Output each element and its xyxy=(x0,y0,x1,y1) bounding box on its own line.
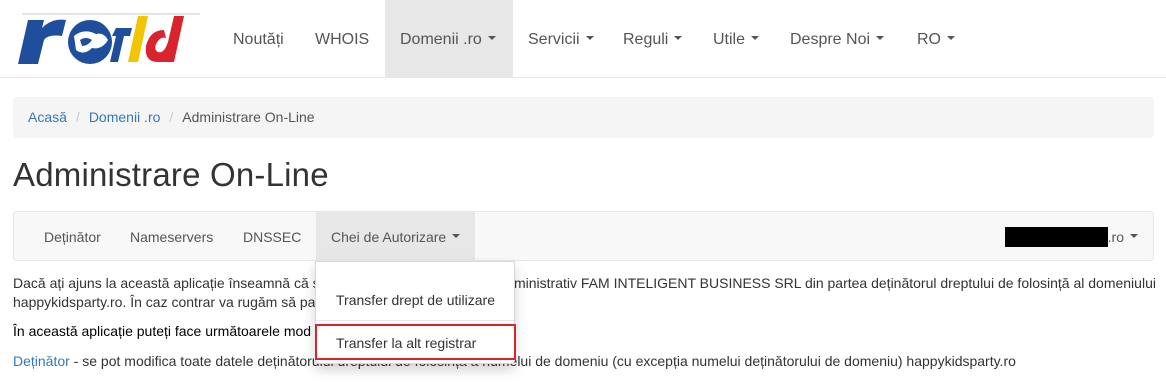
redacted-domain xyxy=(1004,227,1108,248)
tab-chei-de-autorizare[interactable]: Chei de Autorizare xyxy=(316,212,475,260)
nav-item-servicii[interactable]: Servicii xyxy=(513,0,609,77)
admin-subnav: Deținător Nameservers DNSSEC Chei de Aut… xyxy=(13,211,1154,261)
breadcrumb-separator: / xyxy=(75,109,80,125)
rotld-logo[interactable] xyxy=(14,6,206,68)
domain-selector[interactable]: .ro xyxy=(1004,212,1138,260)
caret-down-icon xyxy=(674,35,683,40)
breadcrumb: Acasă / Domenii .ro / Administrare On-Line xyxy=(13,97,1154,138)
intro-text-line1a: Dacă ați ajuns la această aplicație înse… xyxy=(13,275,320,291)
breadcrumb-separator: / xyxy=(169,109,174,125)
actions-intro-text: În această aplicație puteți face următoa… xyxy=(13,323,312,339)
tab-detinator[interactable]: Deținător xyxy=(29,212,116,260)
chei-autorizare-dropdown: Transfer drept de utilizare Transfer la … xyxy=(315,261,515,364)
intro-text-line2: happykidsparty.ro. În caz contrar va rug… xyxy=(13,294,316,310)
nav-item-despre-noi[interactable]: Despre Noi xyxy=(775,0,899,77)
caret-down-icon xyxy=(585,35,594,40)
nav-item-noutati[interactable]: Noutăți xyxy=(218,0,299,77)
menu-item-transfer-drept-utilizare[interactable]: Transfer drept de utilizare xyxy=(316,285,514,315)
tab-nameservers[interactable]: Nameservers xyxy=(115,212,228,260)
top-navbar: Noutăți WHOIS Domenii .ro Servicii Regul… xyxy=(0,0,1166,78)
dropdown-divider xyxy=(316,320,514,321)
caret-down-icon xyxy=(1130,234,1138,239)
detinator-link[interactable]: Deținător xyxy=(13,353,70,369)
caret-down-icon xyxy=(487,35,496,40)
caret-down-icon xyxy=(452,234,461,239)
caret-down-icon xyxy=(876,35,885,40)
nav-item-domenii-ro[interactable]: Domenii .ro xyxy=(385,0,513,77)
nav-item-language[interactable]: RO xyxy=(902,0,970,77)
nav-item-utile[interactable]: Utile xyxy=(698,0,774,77)
caret-down-icon xyxy=(751,35,760,40)
menu-item-transfer-alt-registrar[interactable]: Transfer la alt registrar xyxy=(316,328,514,358)
breadcrumb-domenii-link[interactable]: Domenii .ro xyxy=(89,109,161,125)
page-title: Administrare On-Line xyxy=(13,156,329,193)
breadcrumb-current: Administrare On-Line xyxy=(182,109,315,125)
nav-item-reguli[interactable]: Reguli xyxy=(608,0,697,77)
tab-dnssec[interactable]: DNSSEC xyxy=(228,212,316,260)
intro-text-line1b: ministrativ FAM INTELIGENT BUSINESS SRL … xyxy=(514,275,1156,291)
caret-down-icon xyxy=(947,35,955,40)
nav-item-whois[interactable]: WHOIS xyxy=(300,0,384,77)
breadcrumb-home-link[interactable]: Acasă xyxy=(28,109,67,125)
